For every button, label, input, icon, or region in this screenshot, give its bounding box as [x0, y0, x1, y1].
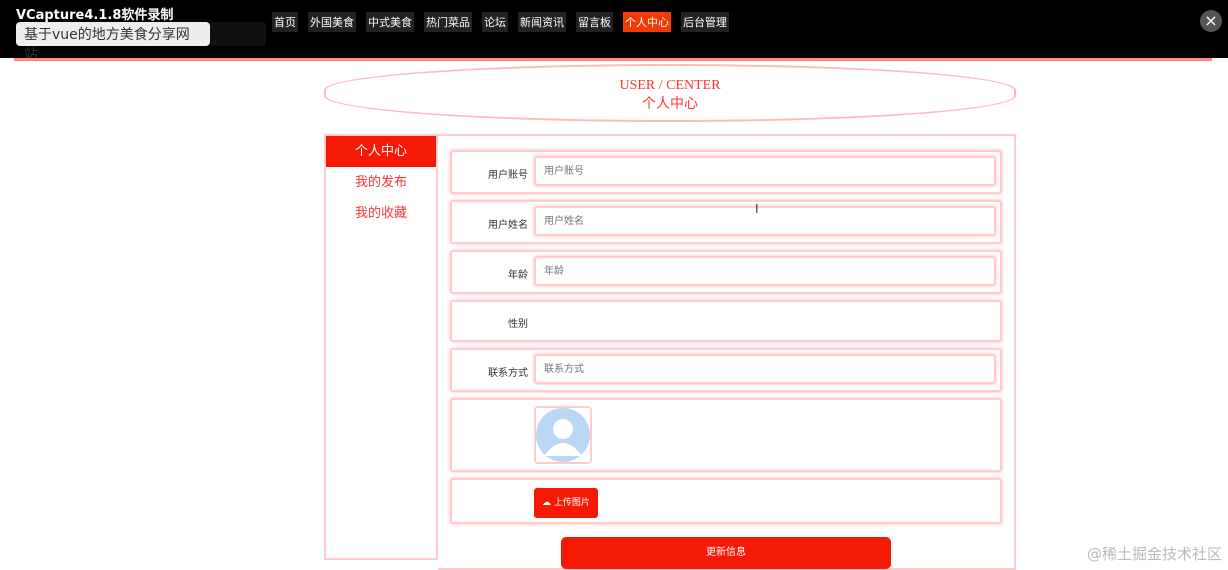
nav-forum[interactable]: 论坛 — [478, 12, 512, 52]
sidebar: 个人中心 我的发布 我的收藏 — [324, 134, 438, 560]
sidebar-item-favorites[interactable]: 我的收藏 — [326, 198, 436, 229]
nav-news[interactable]: 新闻资讯 — [514, 12, 570, 52]
user-avatar-icon — [536, 408, 590, 462]
age-label: 年龄 — [508, 270, 528, 281]
recorder-label: VCapture4.1.8软件录制 — [16, 8, 174, 23]
form-row-name: 用户姓名 — [450, 200, 1002, 244]
header-en: USER / CENTER — [619, 78, 721, 93]
search-box[interactable] — [210, 22, 266, 46]
nav-chinese-food[interactable]: 中式美食 — [362, 12, 418, 52]
close-icon[interactable]: × — [1200, 10, 1222, 32]
nav-foreign-food[interactable]: 外国美食 — [304, 12, 360, 52]
nav-home[interactable]: 首页 — [268, 12, 302, 52]
name-label: 用户姓名 — [488, 220, 528, 231]
form-row-upload: ☁ 上传图片 — [450, 478, 1002, 524]
phone-label: 联系方式 — [488, 368, 528, 379]
form-row-avatar — [450, 398, 1002, 472]
upload-button[interactable]: ☁ 上传图片 — [534, 488, 598, 518]
username-label: 用户账号 — [488, 170, 528, 181]
username-input[interactable] — [534, 156, 996, 186]
site-title: 基于vue的地方美食分享网站 — [16, 22, 210, 63]
name-input[interactable] — [534, 206, 996, 236]
upload-cloud-icon: ☁ — [542, 498, 552, 508]
header-cn: 个人中心 — [642, 97, 698, 112]
phone-input[interactable] — [534, 354, 996, 384]
update-info-button[interactable]: 更新信息 — [561, 537, 891, 569]
divider — [14, 58, 1212, 61]
sidebar-item-user-center[interactable]: 个人中心 — [326, 136, 436, 167]
form-row-username: 用户账号 — [450, 150, 1002, 194]
main-nav: 首页 外国美食 中式美食 热门菜品 论坛 新闻资讯 留言板 个人中心 后台管理 — [268, 12, 733, 52]
sidebar-item-my-posts[interactable]: 我的发布 — [326, 167, 436, 198]
page-header: USER / CENTER 个人中心 — [324, 64, 1016, 122]
nav-messages[interactable]: 留言板 — [572, 12, 617, 52]
age-input[interactable] — [534, 256, 996, 286]
gender-label: 性别 — [508, 319, 528, 330]
form-row-phone: 联系方式 — [450, 348, 1002, 392]
cursor-icon: I — [755, 202, 759, 216]
watermark: @稀土掘金技术社区 — [1086, 545, 1222, 563]
nav-admin[interactable]: 后台管理 — [677, 12, 733, 52]
form-row-gender[interactable]: 性别 — [450, 300, 1002, 342]
nav-user-center[interactable]: 个人中心 — [619, 12, 675, 52]
nav-hot-dishes[interactable]: 热门菜品 — [420, 12, 476, 52]
top-bar: VCapture4.1.8软件录制 基于vue的地方美食分享网站 首页 外国美食… — [0, 0, 1228, 63]
profile-form: 用户账号 用户姓名 年龄 性别 联系方式 ☁ 上传图片 更新信息 — [438, 134, 1016, 570]
form-row-age: 年龄 — [450, 250, 1002, 294]
avatar — [534, 406, 592, 464]
